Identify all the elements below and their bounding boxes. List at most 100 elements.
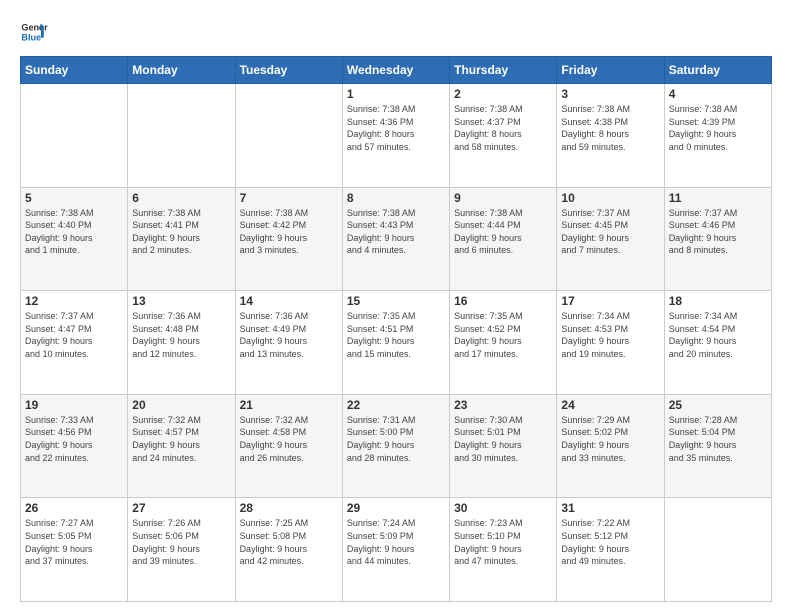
day-info: Sunrise: 7:22 AM Sunset: 5:12 PM Dayligh… — [561, 517, 659, 567]
day-info: Sunrise: 7:35 AM Sunset: 4:52 PM Dayligh… — [454, 310, 552, 360]
day-number: 6 — [132, 191, 230, 205]
day-number: 15 — [347, 294, 445, 308]
day-number: 25 — [669, 398, 767, 412]
weekday-header-tuesday: Tuesday — [235, 57, 342, 84]
day-info: Sunrise: 7:37 AM Sunset: 4:46 PM Dayligh… — [669, 207, 767, 257]
day-number: 22 — [347, 398, 445, 412]
day-info: Sunrise: 7:28 AM Sunset: 5:04 PM Dayligh… — [669, 414, 767, 464]
calendar-cell: 20 Sunrise: 7:32 AM Sunset: 4:57 PM Dayli… — [128, 394, 235, 498]
calendar-cell: 10Sunrise: 7:37 AM Sunset: 4:45 PM Dayli… — [557, 187, 664, 291]
day-number: 4 — [669, 87, 767, 101]
day-info: Sunrise: 7:36 AM Sunset: 4:48 PM Dayligh… — [132, 310, 230, 360]
calendar-cell: 29 Sunrise: 7:24 AM Sunset: 5:09 PM Dayli… — [342, 498, 449, 602]
weekday-header-saturday: Saturday — [664, 57, 771, 84]
day-info: Sunrise: 7:31 AM Sunset: 5:00 PM Dayligh… — [347, 414, 445, 464]
day-number: 9 — [454, 191, 552, 205]
day-info: Sunrise: 7:32 AM Sunset: 4:58 PM Dayligh… — [240, 414, 338, 464]
day-number: 16 — [454, 294, 552, 308]
day-info: Sunrise: 7:38 AM Sunset: 4:42 PM Dayligh… — [240, 207, 338, 257]
day-info: Sunrise: 7:38 AM Sunset: 4:37 PM Dayligh… — [454, 103, 552, 153]
day-info: Sunrise: 7:38 AM Sunset: 4:40 PM Dayligh… — [25, 207, 123, 257]
weekday-header-friday: Friday — [557, 57, 664, 84]
calendar-cell: 3 Sunrise: 7:38 AM Sunset: 4:38 PM Daylig… — [557, 84, 664, 188]
day-number: 19 — [25, 398, 123, 412]
day-number: 30 — [454, 501, 552, 515]
calendar-cell: 9Sunrise: 7:38 AM Sunset: 4:44 PM Daylig… — [450, 187, 557, 291]
logo: General Blue — [20, 18, 48, 46]
calendar-cell: 31 Sunrise: 7:22 AM Sunset: 5:12 PM Dayli… — [557, 498, 664, 602]
day-info: Sunrise: 7:38 AM Sunset: 4:39 PM Dayligh… — [669, 103, 767, 153]
day-number: 17 — [561, 294, 659, 308]
calendar-week-3: 12Sunrise: 7:37 AM Sunset: 4:47 PM Dayli… — [21, 291, 772, 395]
day-number: 3 — [561, 87, 659, 101]
day-info: Sunrise: 7:38 AM Sunset: 4:36 PM Dayligh… — [347, 103, 445, 153]
calendar-cell: 12Sunrise: 7:37 AM Sunset: 4:47 PM Dayli… — [21, 291, 128, 395]
day-info: Sunrise: 7:38 AM Sunset: 4:38 PM Dayligh… — [561, 103, 659, 153]
day-number: 7 — [240, 191, 338, 205]
calendar-cell: 24 Sunrise: 7:29 AM Sunset: 5:02 PM Dayli… — [557, 394, 664, 498]
calendar-week-5: 26Sunrise: 7:27 AM Sunset: 5:05 PM Dayli… — [21, 498, 772, 602]
header: General Blue — [20, 18, 772, 46]
logo-icon: General Blue — [20, 18, 48, 46]
calendar-cell: 14 Sunrise: 7:36 AM Sunset: 4:49 PM Dayli… — [235, 291, 342, 395]
day-number: 2 — [454, 87, 552, 101]
calendar-week-1: 1Sunrise: 7:38 AM Sunset: 4:36 PM Daylig… — [21, 84, 772, 188]
calendar-cell: 11 Sunrise: 7:37 AM Sunset: 4:46 PM Dayli… — [664, 187, 771, 291]
calendar-cell: 4 Sunrise: 7:38 AM Sunset: 4:39 PM Daylig… — [664, 84, 771, 188]
day-info: Sunrise: 7:25 AM Sunset: 5:08 PM Dayligh… — [240, 517, 338, 567]
day-info: Sunrise: 7:33 AM Sunset: 4:56 PM Dayligh… — [25, 414, 123, 464]
day-number: 29 — [347, 501, 445, 515]
calendar-cell: 18 Sunrise: 7:34 AM Sunset: 4:54 PM Dayli… — [664, 291, 771, 395]
calendar-cell: 21 Sunrise: 7:32 AM Sunset: 4:58 PM Dayli… — [235, 394, 342, 498]
weekday-header-thursday: Thursday — [450, 57, 557, 84]
weekday-header-monday: Monday — [128, 57, 235, 84]
calendar-cell: 17 Sunrise: 7:34 AM Sunset: 4:53 PM Dayli… — [557, 291, 664, 395]
day-info: Sunrise: 7:35 AM Sunset: 4:51 PM Dayligh… — [347, 310, 445, 360]
day-number: 18 — [669, 294, 767, 308]
calendar-cell: 19 Sunrise: 7:33 AM Sunset: 4:56 PM Dayli… — [21, 394, 128, 498]
day-info: Sunrise: 7:32 AM Sunset: 4:57 PM Dayligh… — [132, 414, 230, 464]
day-number: 21 — [240, 398, 338, 412]
calendar-cell: 28 Sunrise: 7:25 AM Sunset: 5:08 PM Dayli… — [235, 498, 342, 602]
day-info: Sunrise: 7:37 AM Sunset: 4:47 PM Dayligh… — [25, 310, 123, 360]
calendar-cell: 7 Sunrise: 7:38 AM Sunset: 4:42 PM Daylig… — [235, 187, 342, 291]
page: General Blue SundayMondayTuesdayWednesda… — [0, 0, 792, 612]
calendar-cell: 2 Sunrise: 7:38 AM Sunset: 4:37 PM Daylig… — [450, 84, 557, 188]
day-info: Sunrise: 7:36 AM Sunset: 4:49 PM Dayligh… — [240, 310, 338, 360]
calendar-cell: 16 Sunrise: 7:35 AM Sunset: 4:52 PM Dayli… — [450, 291, 557, 395]
day-info: Sunrise: 7:34 AM Sunset: 4:54 PM Dayligh… — [669, 310, 767, 360]
calendar-week-2: 5 Sunrise: 7:38 AM Sunset: 4:40 PM Daylig… — [21, 187, 772, 291]
calendar-cell — [664, 498, 771, 602]
day-info: Sunrise: 7:26 AM Sunset: 5:06 PM Dayligh… — [132, 517, 230, 567]
calendar-cell: 13Sunrise: 7:36 AM Sunset: 4:48 PM Dayli… — [128, 291, 235, 395]
day-number: 28 — [240, 501, 338, 515]
svg-text:Blue: Blue — [21, 32, 41, 42]
day-info: Sunrise: 7:38 AM Sunset: 4:43 PM Dayligh… — [347, 207, 445, 257]
calendar-cell: 8 Sunrise: 7:38 AM Sunset: 4:43 PM Daylig… — [342, 187, 449, 291]
day-number: 5 — [25, 191, 123, 205]
day-number: 23 — [454, 398, 552, 412]
day-info: Sunrise: 7:34 AM Sunset: 4:53 PM Dayligh… — [561, 310, 659, 360]
day-info: Sunrise: 7:30 AM Sunset: 5:01 PM Dayligh… — [454, 414, 552, 464]
calendar-cell: 5 Sunrise: 7:38 AM Sunset: 4:40 PM Daylig… — [21, 187, 128, 291]
calendar-cell: 23 Sunrise: 7:30 AM Sunset: 5:01 PM Dayli… — [450, 394, 557, 498]
calendar-cell: 1Sunrise: 7:38 AM Sunset: 4:36 PM Daylig… — [342, 84, 449, 188]
day-number: 14 — [240, 294, 338, 308]
day-info: Sunrise: 7:24 AM Sunset: 5:09 PM Dayligh… — [347, 517, 445, 567]
svg-text:General: General — [21, 23, 48, 33]
calendar-cell — [21, 84, 128, 188]
day-number: 31 — [561, 501, 659, 515]
day-number: 24 — [561, 398, 659, 412]
calendar-cell: 6 Sunrise: 7:38 AM Sunset: 4:41 PM Daylig… — [128, 187, 235, 291]
day-info: Sunrise: 7:23 AM Sunset: 5:10 PM Dayligh… — [454, 517, 552, 567]
day-info: Sunrise: 7:29 AM Sunset: 5:02 PM Dayligh… — [561, 414, 659, 464]
calendar-cell: 15 Sunrise: 7:35 AM Sunset: 4:51 PM Dayli… — [342, 291, 449, 395]
calendar-cell: 25 Sunrise: 7:28 AM Sunset: 5:04 PM Dayli… — [664, 394, 771, 498]
day-info: Sunrise: 7:38 AM Sunset: 4:41 PM Dayligh… — [132, 207, 230, 257]
calendar-cell: 27 Sunrise: 7:26 AM Sunset: 5:06 PM Dayli… — [128, 498, 235, 602]
calendar-table: SundayMondayTuesdayWednesdayThursdayFrid… — [20, 56, 772, 602]
day-number: 11 — [669, 191, 767, 205]
day-number: 20 — [132, 398, 230, 412]
day-number: 27 — [132, 501, 230, 515]
day-number: 8 — [347, 191, 445, 205]
